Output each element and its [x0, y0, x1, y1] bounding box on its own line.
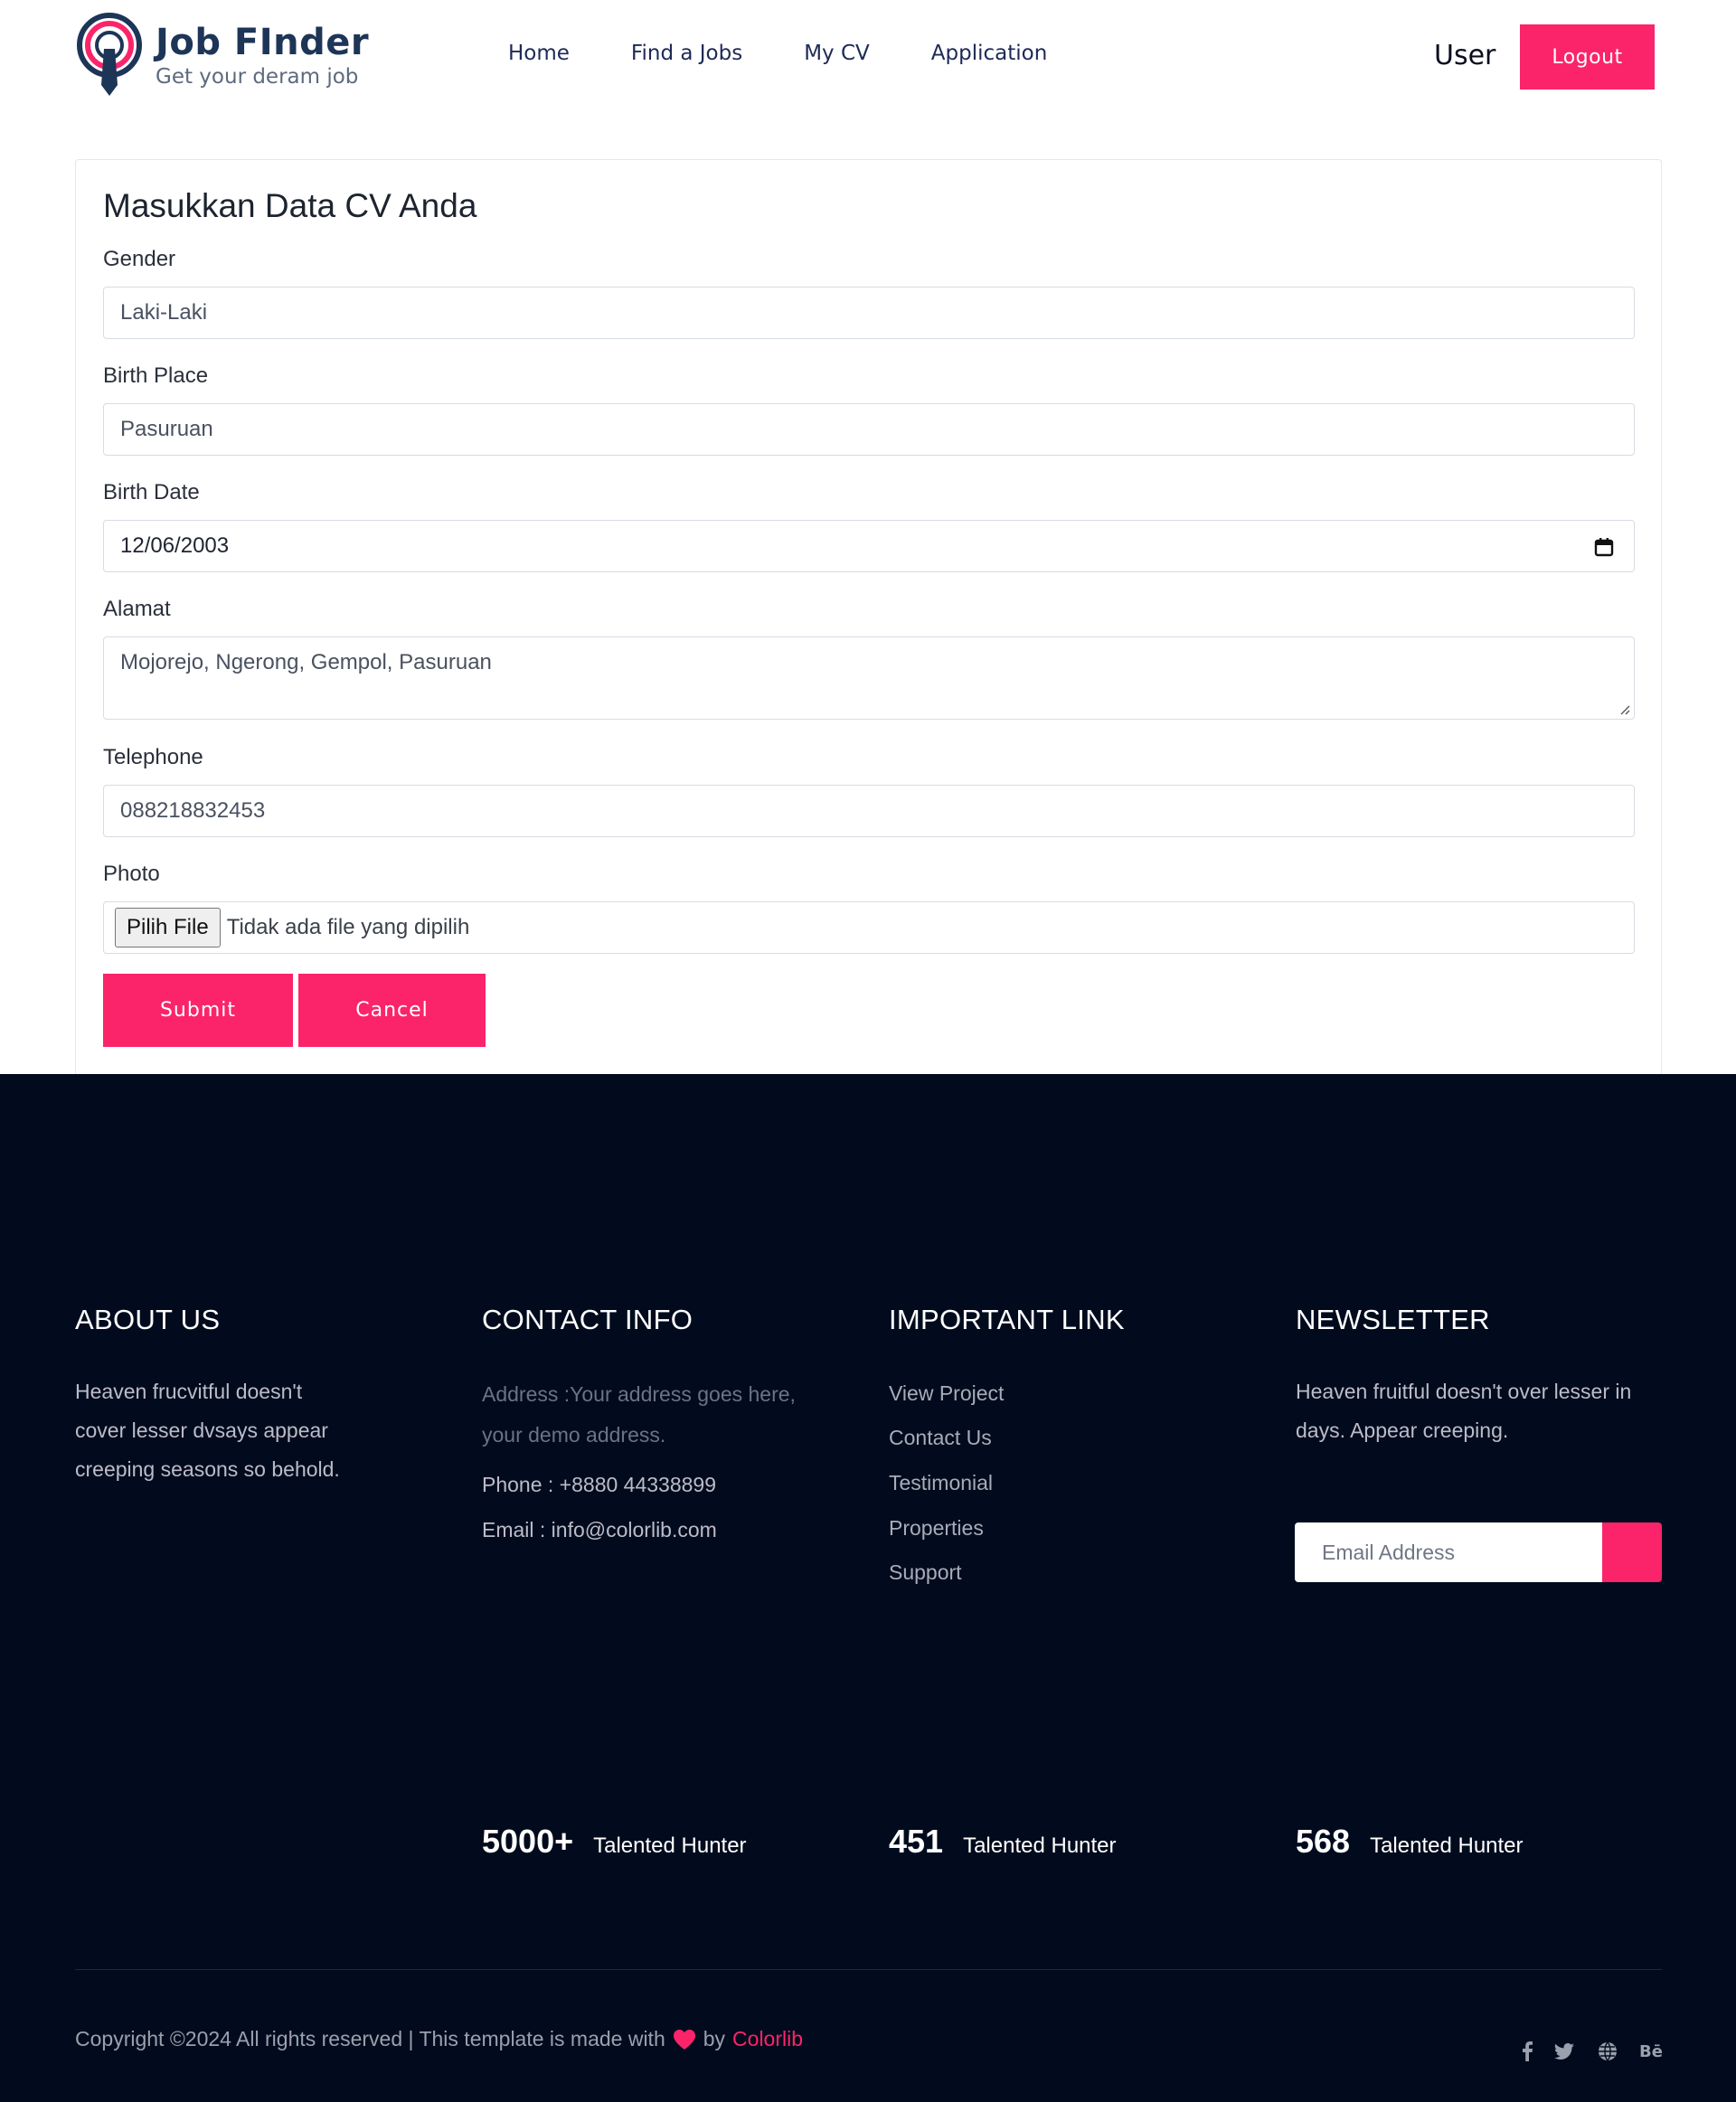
link-properties[interactable]: Properties — [889, 1516, 984, 1541]
calendar-icon[interactable] — [1594, 537, 1614, 557]
about-line: cover lesser dvsays appear — [75, 1419, 328, 1442]
about-line: Heaven frucvitful doesn't — [75, 1380, 303, 1403]
newsletter-email-input[interactable]: Email Address — [1295, 1522, 1602, 1582]
main-nav: Home Find a Jobs My CV Application — [508, 42, 1109, 65]
birth-place-value: Pasuruan — [120, 417, 213, 441]
about-text: Heaven frucvitful doesn't cover lesser d… — [75, 1372, 340, 1489]
address-line: your demo address. — [482, 1423, 666, 1447]
stat-label: Talented Hunter — [593, 1833, 747, 1858]
user-name: User — [1434, 40, 1496, 71]
alamat-label: Alamat — [103, 597, 171, 621]
links-title: IMPORTANT LINK — [889, 1304, 1125, 1335]
about-line: creeping seasons so behold. — [75, 1457, 340, 1481]
nav-my-cv[interactable]: My CV — [804, 42, 870, 65]
birth-place-label: Birth Place — [103, 363, 209, 388]
about-title: ABOUT US — [75, 1304, 221, 1335]
link-support[interactable]: Support — [889, 1560, 962, 1585]
alamat-value: Mojorejo, Ngerong, Gempol, Pasuruan — [120, 650, 492, 674]
photo-label: Photo — [103, 862, 160, 886]
stat-label: Talented Hunter — [963, 1833, 1117, 1858]
choose-file-button[interactable]: Pilih File — [115, 908, 221, 947]
cv-form-card: Masukkan Data CV Anda Gender Laki-Laki B… — [75, 159, 1662, 1077]
stat-item: 5000+ Talented Hunter — [482, 1823, 747, 1861]
copyright-text: Copyright ©2024 All rights reserved | Th… — [75, 2027, 665, 2050]
newsletter-subscribe-button[interactable] — [1602, 1522, 1662, 1582]
telephone-value: 088218832453 — [120, 798, 266, 823]
newsletter-line: Heaven fruitful doesn't over lesser in — [1296, 1380, 1632, 1403]
stat-item: 568 Talented Hunter — [1296, 1823, 1524, 1861]
telephone-label: Telephone — [103, 745, 203, 769]
logout-button[interactable]: Logout — [1520, 24, 1655, 90]
newsletter-title: NEWSLETTER — [1296, 1304, 1490, 1335]
twitter-icon[interactable] — [1552, 2040, 1576, 2063]
contact-address: Address :Your address goes here, your de… — [482, 1374, 796, 1456]
link-testimonial[interactable]: Testimonial — [889, 1471, 993, 1495]
site-footer: ABOUT US Heaven frucvitful doesn't cover… — [0, 1074, 1736, 2102]
facebook-icon[interactable] — [1515, 2040, 1539, 2063]
contact-title: CONTACT INFO — [482, 1304, 693, 1335]
globe-icon[interactable] — [1596, 2040, 1619, 2063]
copyright: Copyright ©2024 All rights reserved | Th… — [75, 2027, 803, 2051]
alamat-textarea[interactable]: Mojorejo, Ngerong, Gempol, Pasuruan — [103, 636, 1635, 720]
birth-date-value: 12/06/2003 — [120, 533, 230, 558]
photo-file-field: Pilih File Tidak ada file yang dipilih — [103, 901, 1635, 954]
logo-title: Job FInder — [156, 22, 370, 63]
birth-date-label: Birth Date — [103, 480, 200, 504]
colorlib-link[interactable]: Colorlib — [732, 2027, 803, 2051]
newsletter-text: Heaven fruitful doesn't over lesser in d… — [1296, 1372, 1631, 1450]
logo[interactable]: Job FInder Get your deram job — [74, 13, 369, 101]
address-line: Address :Your address goes here, — [482, 1382, 796, 1406]
telephone-field[interactable]: 088218832453 — [103, 785, 1635, 837]
submit-button[interactable]: Submit — [103, 974, 293, 1047]
gender-label: Gender — [103, 247, 176, 271]
file-status-text: Tidak ada file yang dipilih — [226, 915, 470, 939]
birth-place-field[interactable]: Pasuruan — [103, 403, 1635, 456]
stat-number: 451 — [889, 1823, 944, 1860]
copyright-by: by — [703, 2027, 726, 2050]
stat-item: 451 Talented Hunter — [889, 1823, 1117, 1861]
logo-icon — [77, 13, 142, 96]
site-header: Job FInder Get your deram job Home Find … — [0, 0, 1736, 127]
resize-handle-icon[interactable] — [1619, 704, 1630, 715]
footer-divider — [75, 1969, 1662, 1970]
contact-email[interactable]: Email : info@colorlib.com — [482, 1511, 717, 1550]
link-contact-us[interactable]: Contact Us — [889, 1426, 992, 1450]
cancel-button[interactable]: Cancel — [298, 974, 486, 1047]
stat-number: 568 — [1296, 1823, 1351, 1860]
form-title: Masukkan Data CV Anda — [103, 187, 477, 224]
stat-label: Talented Hunter — [1370, 1833, 1524, 1858]
nav-home[interactable]: Home — [508, 42, 570, 65]
nav-application[interactable]: Application — [931, 42, 1048, 65]
link-view-project[interactable]: View Project — [889, 1381, 1004, 1406]
gender-field[interactable]: Laki-Laki — [103, 287, 1635, 339]
behance-icon[interactable]: Bē — [1638, 2040, 1664, 2063]
gender-value: Laki-Laki — [120, 300, 208, 325]
newsletter-placeholder: Email Address — [1322, 1540, 1456, 1564]
nav-find-jobs[interactable]: Find a Jobs — [631, 42, 742, 65]
newsletter-line: days. Appear creeping. — [1296, 1419, 1509, 1442]
logo-tagline: Get your deram job — [156, 65, 359, 89]
heart-icon — [673, 2029, 695, 2050]
birth-date-field[interactable]: 12/06/2003 — [103, 520, 1635, 572]
stat-number: 5000+ — [482, 1823, 574, 1860]
contact-phone: Phone : +8880 44338899 — [482, 1473, 716, 1496]
